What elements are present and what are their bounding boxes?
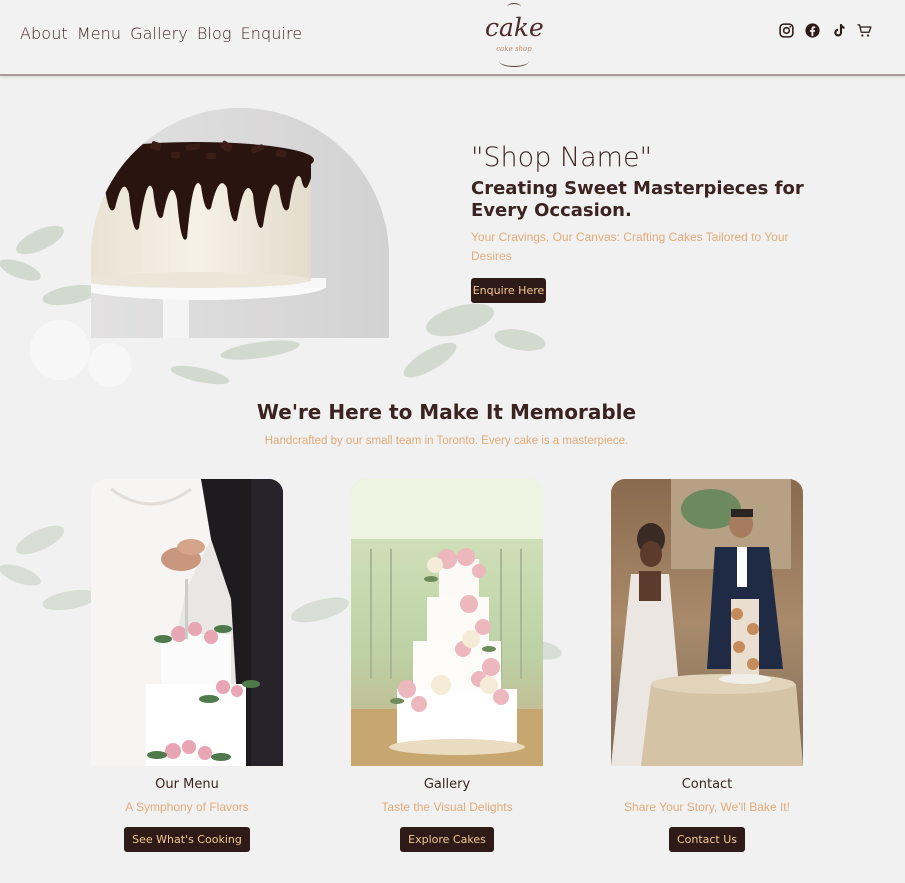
contact-card-image[interactable] (611, 479, 803, 766)
nav-menu-link[interactable]: Menu (77, 24, 121, 43)
site-header: About Menu Gallery Blog Enquire cake cak… (0, 0, 905, 76)
hero-text-block: "Shop Name" Creating Sweet Masterpieces … (471, 140, 821, 303)
shop-name: "Shop Name" (471, 142, 652, 173)
menu-card-image[interactable] (91, 479, 283, 766)
contact-card-subtitle: Share Your Story, We'll Bake It! (624, 800, 790, 814)
hero-subheading: Your Cravings, Our Canvas: Crafting Cake… (471, 230, 789, 263)
menu-card-subtitle: A Symphony of Flavors (125, 800, 249, 814)
contact-card-title: Contact (681, 777, 733, 792)
menu-card: Our Menu A Symphony of Flavors See What'… (91, 479, 283, 852)
explore-cakes-button[interactable]: Explore Cakes (400, 827, 494, 852)
logo-wordmark: cake (485, 13, 544, 42)
logo-arc (499, 55, 529, 67)
section-subtitle: Handcrafted by our small team in Toronto… (264, 435, 629, 447)
menu-card-title: Our Menu (155, 777, 219, 792)
gallery-card-title: Gallery (423, 777, 471, 792)
section-title: We're Here to Make It Memorable (256, 400, 637, 424)
main-nav: About Menu Gallery Blog Enquire (20, 24, 302, 43)
hero-cake-image (91, 108, 389, 338)
logo-arc (507, 3, 521, 11)
gallery-card-subtitle: Taste the Visual Delights (381, 800, 513, 814)
instagram-icon[interactable] (778, 22, 795, 39)
tiktok-icon[interactable] (830, 22, 847, 39)
nav-blog-link[interactable]: Blog (197, 24, 232, 43)
cart-icon[interactable] (856, 22, 873, 39)
nav-gallery-link[interactable]: Gallery (130, 24, 188, 43)
gallery-card: Gallery Taste the Visual Delights Explor… (351, 479, 543, 852)
see-whats-cooking-button[interactable]: See What's Cooking (124, 827, 250, 852)
facebook-icon[interactable] (804, 22, 821, 39)
contact-us-button[interactable]: Contact Us (668, 827, 746, 852)
nav-about-link[interactable]: About (20, 24, 68, 43)
logo-subtitle: cake shop (496, 45, 532, 53)
site-logo[interactable]: cake cake shop (485, 3, 544, 69)
nav-enquire-link[interactable]: Enquire (241, 24, 303, 43)
contact-card: Contact Share Your Story, We'll Bake It!… (611, 479, 803, 852)
gallery-card-image[interactable] (351, 479, 543, 766)
social-links (778, 22, 873, 39)
enquire-here-button[interactable]: Enquire Here (471, 278, 546, 303)
hero-heading: Creating Sweet Masterpieces for Every Oc… (471, 178, 804, 221)
